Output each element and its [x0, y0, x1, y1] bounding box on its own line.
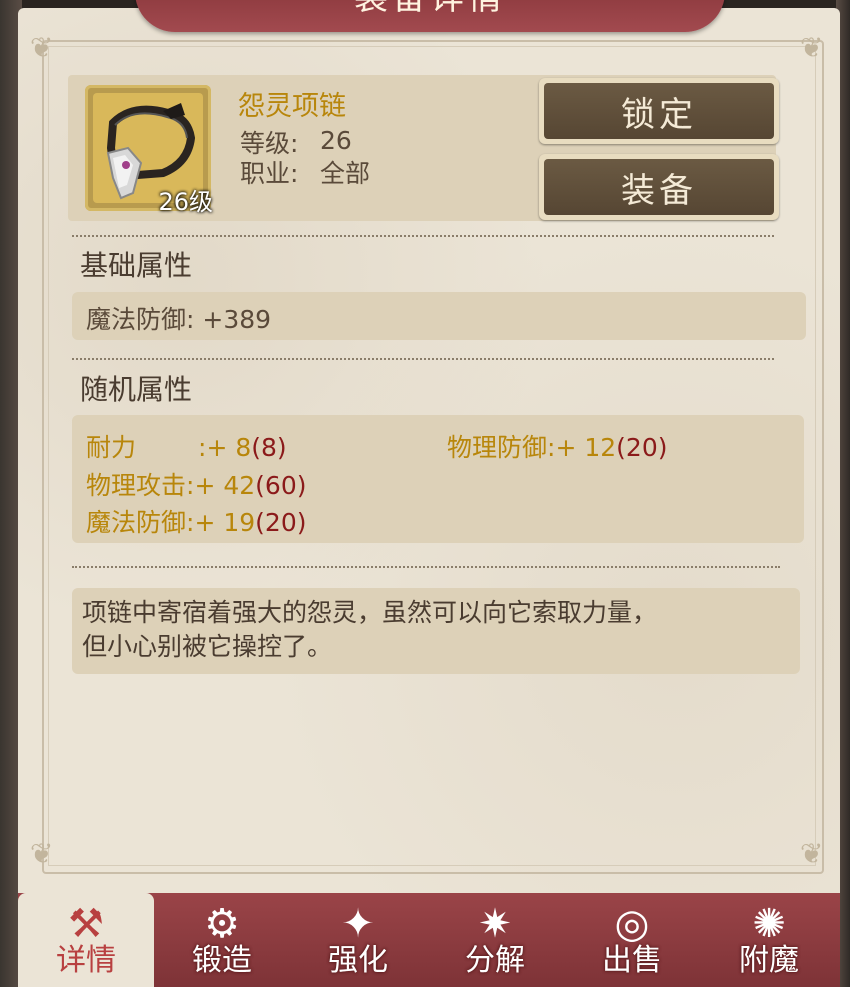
divider — [72, 566, 780, 568]
corner-ornament-icon: ❦ — [800, 837, 824, 870]
anvil-icon: ⚙ — [204, 901, 240, 947]
page-title: 装备详情 — [135, 0, 725, 19]
tab-sell[interactable]: ◎ 出售 — [564, 893, 700, 987]
title-banner: 装备详情 — [135, 0, 725, 32]
class-label: 职业: — [240, 159, 299, 188]
random-stat-stamina: 耐力:+ 8(8) — [86, 433, 287, 462]
tab-enhance[interactable]: ✦ 强化 — [290, 893, 426, 987]
level-value: 26 — [320, 126, 352, 155]
random-attributes-title: 随机属性 — [80, 373, 193, 406]
lock-button[interactable]: 锁定 — [539, 78, 779, 144]
item-icon-slot[interactable]: 26级 — [85, 85, 213, 216]
base-stat-magic-defense: 魔法防御: +389 — [86, 305, 272, 334]
base-attributes-title: 基础属性 — [80, 249, 193, 282]
divider — [72, 235, 774, 237]
random-stat-physical-defense: 物理防御:+ 12(20) — [447, 433, 668, 462]
corner-ornament-icon: ❦ — [800, 31, 824, 64]
item-name: 怨灵项链 — [238, 91, 346, 122]
tab-decompose[interactable]: ✷ 分解 — [427, 893, 563, 987]
corner-ornament-icon: ❦ — [30, 837, 54, 870]
tab-enchant[interactable]: ✺ 附魔 — [701, 893, 837, 987]
coins-icon: ◎ — [614, 901, 650, 947]
burst-icon: ✷ — [478, 901, 512, 947]
sparkle-wand-icon: ✦ — [341, 901, 375, 947]
class-value: 全部 — [320, 159, 371, 188]
description-line-1: 项链中寄宿着强大的怨灵，虽然可以向它索取力量， — [82, 598, 658, 627]
corner-ornament-icon: ❦ — [30, 31, 54, 64]
random-stat-physical-attack: 物理攻击:+ 42(60) — [86, 471, 307, 500]
tab-forge[interactable]: ⚙ 锻造 — [154, 893, 290, 987]
equip-button[interactable]: 装备 — [539, 154, 779, 220]
divider — [72, 358, 774, 360]
random-stat-magic-defense: 魔法防御:+ 19(20) — [86, 508, 307, 537]
hammer-cross-icon: ⚒ — [68, 901, 104, 947]
description-line-2: 但小心别被它操控了。 — [82, 632, 333, 661]
tab-details[interactable]: ⚒ 详情 — [18, 893, 154, 987]
swirl-icon: ✺ — [752, 901, 786, 947]
equip-button-label: 装备 — [544, 159, 774, 215]
item-level-badge: 26级 — [158, 188, 213, 216]
lock-button-label: 锁定 — [544, 83, 774, 139]
